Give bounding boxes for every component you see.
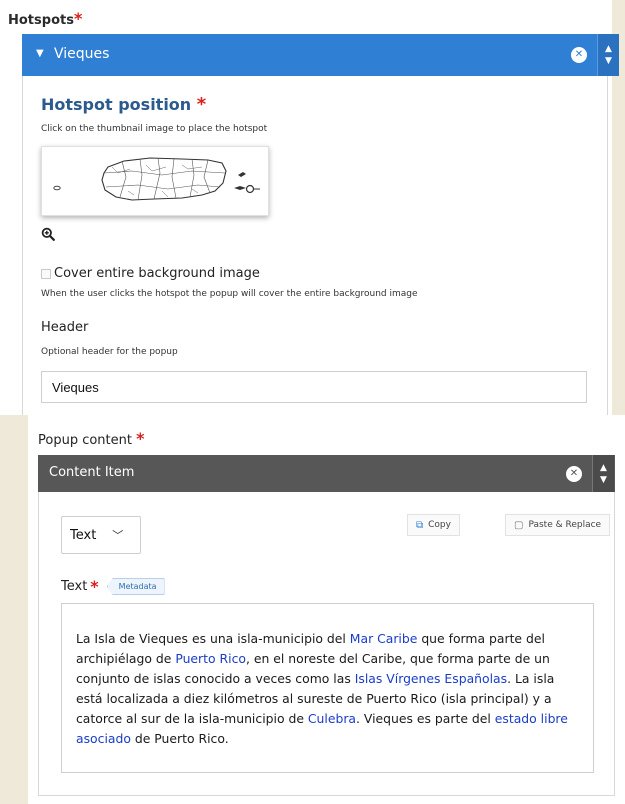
- content-item-sort-control[interactable]: ▲ ▼: [592, 455, 614, 492]
- puerto-rico-map-image[interactable]: [42, 147, 270, 217]
- cover-background-option[interactable]: Cover entire background image: [41, 266, 260, 281]
- text-segment[interactable]: La Isla de Vieques es una isla-municipio…: [76, 631, 350, 646]
- copy-button-label[interactable]: Copy: [428, 520, 451, 530]
- header-input[interactable]: [41, 371, 587, 403]
- hotspot-item-title: Vieques: [54, 46, 110, 62]
- cover-background-checkbox[interactable]: [41, 268, 51, 279]
- cover-background-description: When the user clicks the hotspot the pop…: [41, 289, 418, 299]
- link-mar-caribe[interactable]: Mar Caribe: [350, 631, 418, 646]
- paste-replace-button[interactable]: ▢ Paste & Replace: [505, 514, 611, 536]
- zoom-in-icon[interactable]: [41, 227, 55, 241]
- required-marker: *: [73, 9, 83, 28]
- text-field-label-text: Text: [61, 579, 88, 594]
- hotspot-position-title: Hotspot position *: [41, 94, 206, 115]
- remove-hotspot-button[interactable]: ✕: [571, 47, 587, 63]
- remove-content-item-button[interactable]: ✕: [566, 466, 582, 482]
- required-marker: *: [90, 577, 99, 596]
- content-type-select[interactable]: Text ﹀: [61, 516, 141, 554]
- hotspots-label-text: Hotspots: [8, 13, 74, 28]
- hotspot-item-header[interactable]: ▼ Vieques ✕ ▲ ▼: [22, 34, 619, 76]
- text-editor[interactable]: La Isla de Vieques es una isla-municipio…: [61, 603, 594, 773]
- popup-content-label-text: Popup content: [38, 433, 132, 448]
- copy-icon[interactable]: ⧉: [416, 520, 423, 531]
- cover-background-label[interactable]: Cover entire background image: [54, 266, 260, 281]
- required-marker: *: [196, 94, 207, 115]
- header-field-label: Header: [41, 320, 89, 335]
- hotspot-position-description: Click on the thumbnail image to place th…: [41, 124, 268, 134]
- collapse-caret-icon[interactable]: ▼: [36, 48, 44, 59]
- hotspots-panel: Hotspots* ▼ Vieques ✕ ▲ ▼ Hotspot positi…: [0, 0, 619, 415]
- paste-replace-button-label[interactable]: Paste & Replace: [528, 520, 601, 530]
- content-item-body: Text ﹀ ⧉ Copy ▢ Paste & Replace Text * M…: [38, 492, 615, 796]
- popup-content-field-label: Popup content *: [38, 429, 145, 448]
- move-up-icon[interactable]: ▲: [605, 43, 612, 55]
- content-item-title: Content Item: [49, 465, 135, 480]
- link-culebra[interactable]: Culebra: [308, 711, 356, 726]
- hotspot-position-label: Hotspot position: [41, 95, 192, 114]
- header-field-description: Optional header for the popup: [41, 347, 178, 357]
- link-puerto-rico[interactable]: Puerto Rico: [175, 651, 246, 666]
- metadata-button[interactable]: Metadata: [106, 578, 165, 595]
- hotspot-sort-control[interactable]: ▲ ▼: [597, 34, 619, 76]
- clipboard-icon[interactable]: ▢: [514, 520, 523, 531]
- copy-button[interactable]: ⧉ Copy: [407, 514, 460, 536]
- content-type-value[interactable]: Text: [70, 528, 96, 543]
- popup-content-panel: Popup content * Content Item ✕ ▲ ▼ Text …: [28, 415, 625, 804]
- content-item-header[interactable]: Content Item ✕ ▲ ▼: [38, 455, 615, 492]
- required-marker: *: [136, 429, 145, 448]
- text-segment[interactable]: . Vieques es parte del: [356, 711, 495, 726]
- chevron-down-icon[interactable]: ﹀: [112, 527, 123, 543]
- map-thumbnail[interactable]: [41, 146, 269, 216]
- text-field-label: Text * Metadata: [61, 577, 165, 596]
- text-segment[interactable]: de Puerto Rico.: [131, 731, 229, 746]
- hotspots-field-label: Hotspots*: [8, 9, 82, 28]
- move-down-icon[interactable]: ▼: [600, 474, 607, 486]
- hotspot-item-body: Hotspot position * Click on the thumbnai…: [22, 76, 608, 415]
- link-islas-virgenes[interactable]: Islas Vírgenes Españolas: [355, 671, 507, 686]
- move-up-icon[interactable]: ▲: [600, 462, 607, 474]
- move-down-icon[interactable]: ▼: [605, 55, 612, 67]
